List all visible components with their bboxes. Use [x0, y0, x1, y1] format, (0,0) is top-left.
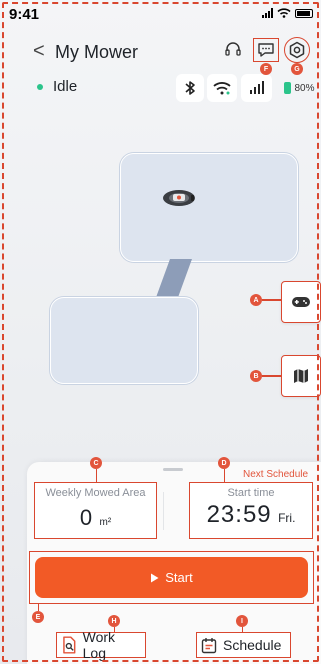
mower-icon[interactable] [161, 188, 197, 213]
battery-status-icon [295, 8, 313, 18]
start-time-value: 23:59 [206, 501, 272, 528]
back-button[interactable]: < [33, 40, 45, 63]
next-schedule-label: Next Schedule [243, 469, 309, 480]
page-title: My Mower [55, 42, 139, 62]
marker-h: H [108, 615, 120, 627]
start-button[interactable]: Start [35, 557, 308, 598]
tab-work-log[interactable]: Work Log [56, 629, 146, 661]
divider [163, 492, 164, 530]
connector-b [262, 375, 281, 377]
battery-icon [284, 82, 292, 94]
marker-i: I [236, 615, 248, 627]
calendar-icon [201, 637, 217, 653]
status-bar: 9:41 [9, 6, 313, 24]
cellular-icon [241, 74, 272, 102]
status-dot [37, 84, 43, 90]
wifi-icon [207, 74, 237, 102]
tab-work-log-label: Work Log [82, 629, 116, 661]
weekly-area-value: 0 [79, 505, 93, 530]
work-log-icon [63, 636, 76, 654]
battery-indicator: 80% [278, 74, 321, 102]
marker-b: B [250, 370, 262, 382]
wifi-status-icon [277, 8, 291, 18]
weekly-mowed-area-card: Weekly Mowed Area 0 m² [34, 482, 157, 539]
status-icons [262, 8, 313, 18]
start-button-label: Start [165, 570, 193, 585]
bluetooth-icon [176, 74, 204, 102]
map-icon [294, 369, 308, 383]
message-icon[interactable] [253, 38, 279, 62]
marker-g: G [291, 63, 303, 75]
settings-icon[interactable] [284, 37, 310, 63]
marker-d: D [218, 457, 230, 469]
weekly-area-unit: m² [99, 517, 112, 528]
connector-d [223, 469, 225, 482]
marker-e: E [32, 611, 44, 623]
start-time-card[interactable]: Start time 23:59 Fri. [189, 482, 313, 539]
gamepad-icon [292, 297, 310, 307]
status-time: 9:41 [9, 6, 40, 23]
marker-c: C [90, 457, 102, 469]
marker-f: F [260, 63, 272, 75]
mowing-zone-1[interactable] [120, 153, 298, 262]
connector-c [95, 469, 97, 482]
play-icon [151, 573, 159, 582]
marker-a: A [250, 294, 262, 306]
cellular-signal-icon [262, 8, 273, 18]
mowing-zone-2[interactable] [50, 297, 198, 384]
connector-a [262, 299, 281, 301]
tab-schedule-label: Schedule [223, 637, 282, 653]
connector-e [37, 604, 39, 611]
device-state: Idle [53, 78, 78, 95]
panel-drag-handle[interactable] [163, 468, 183, 471]
remote-control-button[interactable] [281, 281, 321, 323]
tab-schedule[interactable]: Schedule [196, 632, 291, 658]
start-time-label: Start time [227, 487, 275, 499]
battery-level: 80% [294, 82, 315, 94]
weekly-area-label: Weekly Mowed Area [45, 487, 146, 499]
start-time-day: Fri. [278, 511, 296, 525]
headset-icon[interactable] [220, 37, 246, 63]
map-button[interactable] [281, 355, 321, 397]
